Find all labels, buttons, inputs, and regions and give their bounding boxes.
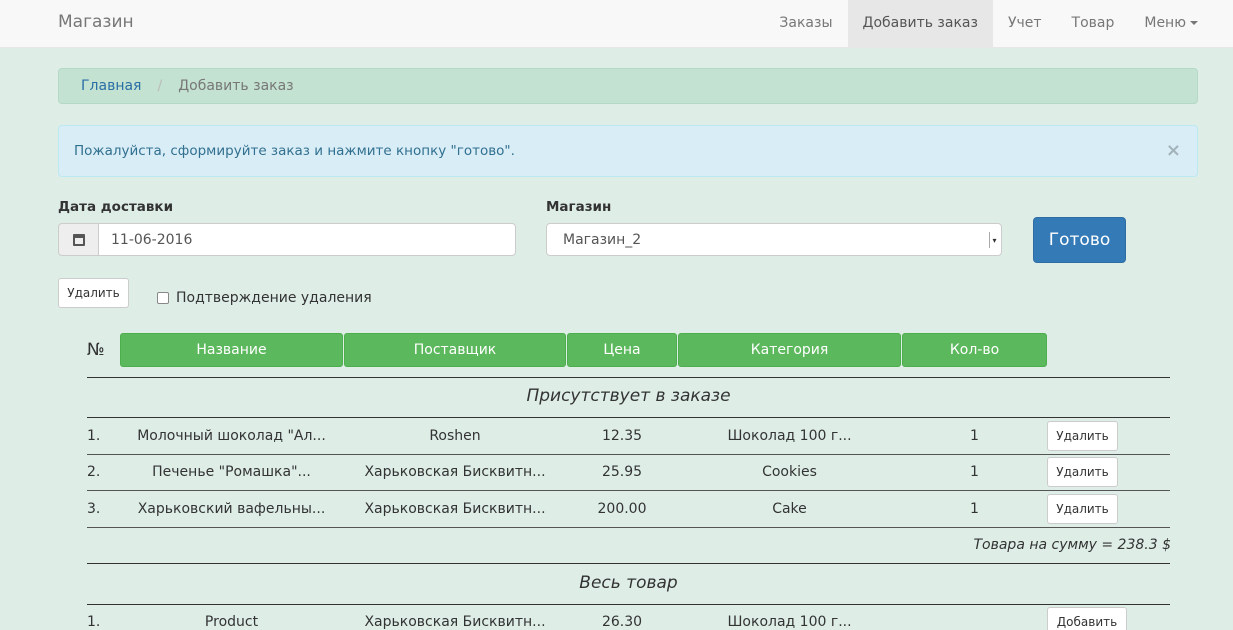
nav-menu-dropdown[interactable]: Меню (1129, 0, 1213, 47)
order-total: Товара на сумму = 238.3 $ (973, 537, 1171, 553)
row-index: 1. (87, 614, 101, 630)
close-icon[interactable]: × (1166, 141, 1181, 161)
row-delete-button[interactable]: Удалить (1047, 494, 1118, 524)
date-picker (58, 223, 516, 256)
store-selected-value: Магазин_2 (563, 231, 642, 248)
nav-add-order[interactable]: Добавить заказ (847, 0, 993, 47)
delete-selected-button[interactable]: Удалить (58, 278, 129, 308)
select-arrow-icon: ▾ (989, 232, 999, 248)
brand-logo[interactable]: Магазин (58, 12, 134, 32)
row-category: Cookies (762, 464, 817, 480)
info-alert: Пожалуйста, сформируйте заказ и нажмите … (58, 125, 1198, 177)
caret-down-icon (1190, 21, 1198, 25)
calendar-addon[interactable] (58, 223, 98, 256)
row-supplier: Roshen (429, 428, 481, 444)
breadcrumb: Главная / Добавить заказ (58, 68, 1198, 104)
row-delete-button[interactable]: Удалить (1047, 421, 1118, 451)
breadcrumb-current: Добавить заказ (178, 78, 294, 94)
confirm-delete-group: Подтверждение удаления (157, 290, 372, 306)
row-price: 12.35 (601, 428, 643, 444)
confirm-delete-label: Подтверждение удаления (176, 290, 372, 306)
alert-text: Пожалуйста, сформируйте заказ и нажмите … (74, 143, 515, 159)
row-name: Product (204, 614, 259, 630)
divider (87, 377, 1170, 378)
row-category: Cake (772, 501, 807, 517)
row-supplier: Харьковская Бисквитн... (364, 464, 546, 480)
confirm-delete-checkbox[interactable] (157, 292, 169, 304)
date-label: Дата доставки (58, 199, 174, 215)
row-quantity: 1 (970, 501, 979, 517)
divider (87, 454, 1170, 455)
header-category[interactable]: Категория (678, 333, 901, 367)
breadcrumb-separator: / (157, 78, 163, 94)
header-name[interactable]: Название (120, 333, 343, 367)
row-name: Печенье "Ромашка"... (152, 464, 311, 480)
row-index: 1. (87, 428, 101, 444)
calendar-icon (72, 233, 85, 246)
divider (87, 527, 1170, 528)
row-price: 25.95 (601, 464, 643, 480)
number-column-header: № (87, 340, 105, 360)
row-category: Шоколад 100 г... (727, 614, 852, 630)
divider (87, 490, 1170, 491)
row-price: 200.00 (597, 501, 647, 517)
store-select[interactable]: Магазин_2 ▾ (546, 223, 1002, 256)
row-category: Шоколад 100 г... (727, 428, 852, 444)
nav-products[interactable]: Товар (1057, 0, 1130, 47)
nav-orders[interactable]: Заказы (764, 0, 847, 47)
header-price[interactable]: Цена (567, 333, 677, 367)
row-supplier: Харьковская Бисквитн... (364, 614, 546, 630)
nav-menu-label: Меню (1144, 15, 1186, 31)
row-index: 2. (87, 464, 101, 480)
row-name: Харьковский вафельны... (137, 501, 326, 517)
row-add-button[interactable]: Добавить (1047, 607, 1127, 630)
row-index: 3. (87, 501, 101, 517)
divider (87, 604, 1170, 605)
row-quantity: 1 (970, 428, 979, 444)
nav-menu: Заказы Добавить заказ Учет Товар Меню (764, 0, 1213, 47)
header-quantity[interactable]: Кол-во (902, 333, 1047, 367)
order-section-title: Присутствует в заказе (526, 386, 731, 406)
header-supplier[interactable]: Поставщик (344, 333, 566, 367)
row-delete-button[interactable]: Удалить (1047, 457, 1118, 487)
delivery-date-input[interactable] (98, 223, 516, 256)
breadcrumb-home-link[interactable]: Главная (81, 78, 141, 94)
navbar: Магазин Заказы Добавить заказ Учет Товар… (0, 0, 1233, 48)
row-supplier: Харьковская Бисквитн... (364, 501, 546, 517)
submit-button[interactable]: Готово (1033, 217, 1126, 263)
nav-accounting[interactable]: Учет (993, 0, 1057, 47)
all-products-section-title: Весь товар (579, 573, 678, 593)
row-name: Молочный шоколад "Ал... (137, 428, 326, 444)
divider (87, 417, 1170, 418)
row-price: 26.30 (601, 614, 643, 630)
row-quantity: 1 (970, 464, 979, 480)
store-label: Магазин (546, 199, 612, 215)
divider (87, 563, 1170, 564)
